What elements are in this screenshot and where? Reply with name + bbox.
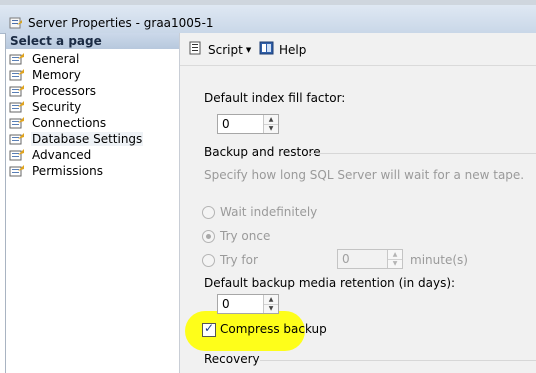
group-divider — [260, 360, 536, 361]
help-icon — [259, 41, 275, 58]
sidebar-item-general[interactable]: General — [9, 51, 80, 67]
group-divider — [309, 153, 536, 154]
script-button[interactable]: Script ▼ — [188, 41, 251, 58]
sidebar-item-connections[interactable]: Connections — [9, 115, 107, 131]
title-bar: Server Properties - graa1005-1 — [0, 5, 536, 34]
script-icon — [188, 41, 204, 58]
retention-stepper[interactable]: 0 ▲ ▼ — [217, 294, 279, 314]
sidebar-item-label: Processors — [32, 84, 97, 98]
fill-factor-value: 0 — [222, 117, 230, 131]
property-page-icon — [9, 148, 25, 162]
toolbar: Script ▼ Help — [180, 33, 536, 66]
backup-restore-heading: Backup and restore — [204, 145, 321, 159]
sidebar-item-label: Permissions — [32, 164, 103, 178]
compress-backup-checkbox[interactable]: ✓ — [202, 321, 216, 337]
minutes-label: minute(s) — [410, 253, 468, 267]
sidebar-item-label: Memory — [32, 68, 81, 82]
checkmark-icon: ✓ — [204, 321, 215, 335]
try-for-label: Try for — [220, 253, 258, 267]
script-label: Script — [208, 42, 243, 57]
page-selector-pane: Select a page General Memory Processors … — [5, 33, 180, 373]
sidebar-item-label: Security — [32, 100, 82, 114]
recovery-heading: Recovery — [204, 352, 260, 366]
try-for-radio[interactable] — [202, 254, 215, 267]
help-button[interactable]: Help — [259, 41, 306, 58]
chevron-down-icon[interactable]: ▼ — [264, 124, 278, 133]
retention-value: 0 — [222, 297, 230, 311]
chevron-down-icon[interactable]: ▼ — [264, 304, 278, 313]
page-selector-header-label: Select a page — [10, 34, 102, 48]
compress-backup-label: Compress backup — [220, 322, 327, 336]
sidebar-item-advanced[interactable]: Advanced — [9, 147, 92, 163]
sidebar-item-permissions[interactable]: Permissions — [9, 163, 104, 179]
sidebar-item-label: Connections — [32, 116, 107, 130]
sidebar-item-label: Advanced — [32, 148, 92, 162]
property-page-icon — [9, 84, 25, 98]
wait-indefinitely-radio[interactable] — [202, 206, 215, 219]
property-page-icon — [9, 132, 25, 146]
sidebar-item-database-settings[interactable]: Database Settings — [9, 131, 144, 147]
backup-description: Specify how long SQL Server will wait fo… — [204, 168, 525, 182]
fill-factor-label: Default index fill factor: — [204, 91, 346, 105]
sidebar-item-memory[interactable]: Memory — [9, 67, 82, 83]
sidebar-item-label: Database Settings — [31, 132, 144, 146]
property-page-icon — [9, 100, 25, 114]
try-once-radio[interactable] — [202, 230, 215, 243]
property-page-icon — [9, 52, 25, 66]
retention-label: Default backup media retention (in days)… — [204, 276, 456, 290]
sidebar-item-label: General — [32, 52, 80, 66]
sidebar-item-processors[interactable]: Processors — [9, 83, 97, 99]
property-page-icon — [9, 116, 25, 130]
stepper-arrows: ▲ ▼ — [387, 250, 402, 268]
sidebar-item-security[interactable]: Security — [9, 99, 82, 115]
server-properties-icon — [9, 16, 23, 30]
page-selector-header: Select a page — [6, 33, 179, 49]
stepper-arrows: ▲ ▼ — [263, 115, 278, 133]
fill-factor-stepper[interactable]: 0 ▲ ▼ — [217, 114, 279, 134]
property-page-icon — [9, 68, 25, 82]
property-page-icon — [9, 164, 25, 178]
chevron-down-icon: ▼ — [245, 45, 252, 54]
try-for-stepper[interactable]: 0 ▲ ▼ — [337, 249, 403, 269]
try-for-value: 0 — [342, 252, 350, 266]
help-label: Help — [279, 42, 307, 57]
stepper-arrows: ▲ ▼ — [263, 295, 278, 313]
window-title: Server Properties - graa1005-1 — [28, 16, 214, 30]
try-once-label: Try once — [220, 229, 271, 243]
chevron-down-icon[interactable]: ▼ — [388, 259, 402, 268]
wait-indefinitely-label: Wait indefinitely — [220, 205, 318, 219]
